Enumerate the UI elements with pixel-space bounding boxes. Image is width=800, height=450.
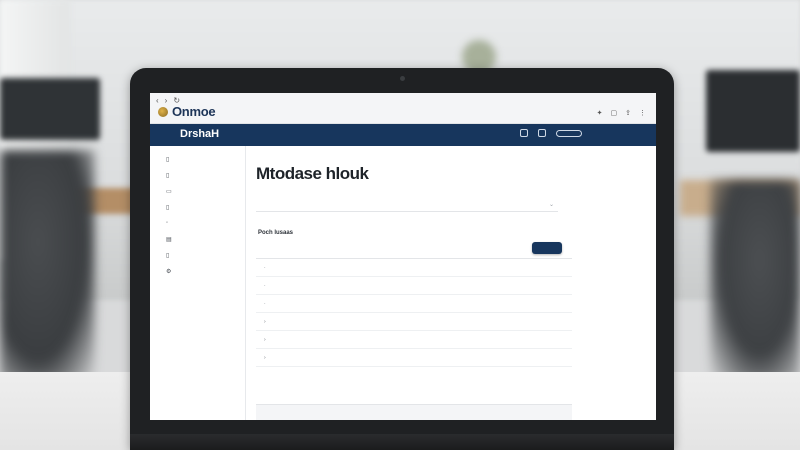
filter-field[interactable]: ⌄	[256, 198, 558, 212]
laptop-hinge	[130, 434, 674, 450]
background-chair-left	[0, 150, 95, 380]
background-monitor-left	[0, 78, 100, 140]
brand-name: Onmoe	[172, 104, 216, 119]
chevron-right-icon: ›	[264, 318, 266, 325]
menu-icon[interactable]: ⋮	[639, 109, 646, 117]
app-header: DrshaH	[150, 124, 656, 146]
row-icon: ·	[264, 264, 266, 271]
folder-icon: ▭	[166, 189, 172, 195]
sidebar-item-4[interactable]: ▯	[166, 204, 180, 211]
record-list: · · · › › ›	[256, 258, 572, 401]
chevron-right-icon: ›	[264, 354, 266, 361]
extension-icon[interactable]: ▢	[611, 109, 618, 117]
section-title: Poch lusaas	[258, 230, 294, 236]
user-icon: ◦	[166, 220, 169, 226]
chevron-down-icon: ⌄	[548, 202, 554, 208]
primary-action-button[interactable]	[532, 242, 562, 254]
laptop-screen: ‹ › ↻ Onmoe ✦ ▢ ⇪ ⋮ DrshaH ▯ ▯ ▭ ▯ ◦ ▤ ▯…	[150, 93, 656, 420]
document-icon: ▯	[166, 173, 170, 179]
list-item[interactable]: ›	[256, 313, 572, 331]
share-icon[interactable]: ⇪	[625, 109, 631, 117]
sidebar-item-1[interactable]: ▯	[166, 156, 180, 163]
browser-toolbar: ‹ › ↻ Onmoe ✦ ▢ ⇪ ⋮	[150, 93, 656, 124]
sidebar-item-7[interactable]: ▯	[166, 252, 180, 259]
document-icon: ▯	[166, 253, 170, 259]
webcam	[400, 76, 405, 81]
row-icon: ·	[264, 300, 266, 307]
chart-icon: ▤	[166, 237, 172, 243]
app-logo[interactable]: DrshaH	[180, 128, 219, 140]
site-brand[interactable]: Onmoe	[158, 104, 216, 119]
sidebar-item-5[interactable]: ◦	[166, 220, 180, 226]
background-monitor-right	[706, 70, 800, 152]
bookmark-icon[interactable]: ✦	[597, 109, 603, 117]
header-tools	[520, 129, 582, 137]
sidebar-item-8[interactable]: ⚙	[166, 268, 180, 275]
page-title: Mtodase hlouk	[256, 164, 369, 183]
list-item[interactable]: ·	[256, 259, 572, 277]
sidebar-item-3[interactable]: ▭	[166, 188, 180, 195]
document-icon: ▯	[166, 157, 170, 163]
address-bar[interactable]	[230, 109, 480, 119]
list-footer	[256, 404, 572, 420]
list-item[interactable]: ·	[256, 295, 572, 313]
row-icon: ·	[264, 282, 266, 289]
settings-icon: ⚙	[166, 269, 172, 275]
browser-tab[interactable]	[202, 96, 312, 105]
chevron-right-icon: ›	[264, 336, 266, 343]
document-icon: ▯	[166, 205, 170, 211]
list-item[interactable]: ›	[256, 331, 572, 349]
notification-icon[interactable]	[538, 129, 546, 137]
search-icon[interactable]	[520, 129, 528, 137]
sidebar-item-6[interactable]: ▤	[166, 236, 180, 243]
right-pane	[574, 146, 656, 420]
browser-tools: ✦ ▢ ⇪ ⋮	[597, 109, 646, 117]
list-item[interactable]: ·	[256, 277, 572, 295]
sidebar-item-2[interactable]: ▯	[166, 172, 180, 179]
sidebar: ▯ ▯ ▭ ▯ ◦ ▤ ▯ ⚙	[150, 146, 246, 420]
account-pill[interactable]	[556, 129, 582, 137]
list-item[interactable]: ›	[256, 349, 572, 367]
brand-logo-icon	[158, 106, 168, 117]
background-chair-right	[710, 180, 800, 380]
